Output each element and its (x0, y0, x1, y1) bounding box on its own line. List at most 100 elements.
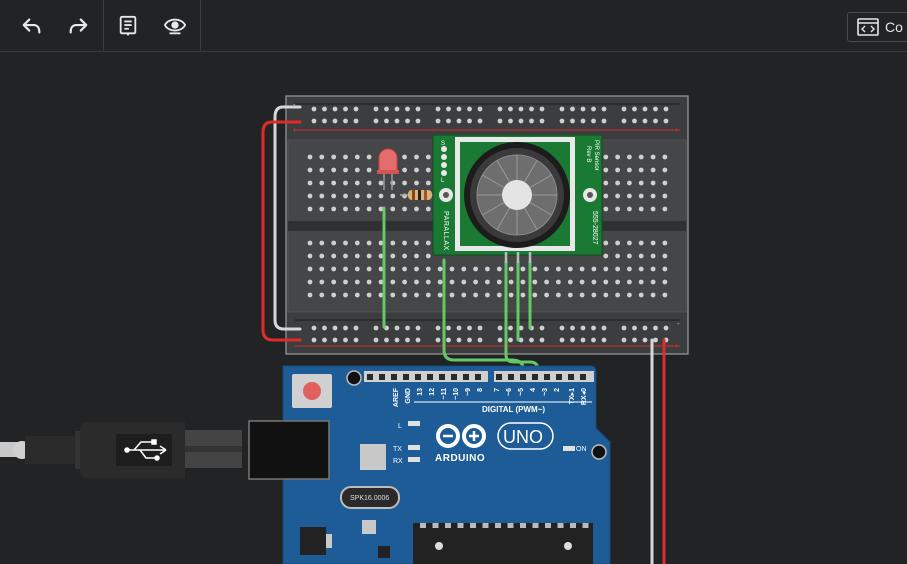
breadboard-hole (663, 118, 669, 124)
usb-cable[interactable] (0, 420, 330, 480)
visibility-button[interactable] (160, 11, 190, 41)
header-socket[interactable] (475, 374, 481, 380)
breadboard-hole (354, 206, 360, 212)
breadboard-hole (615, 292, 620, 298)
rail-plus-label: + (292, 125, 297, 135)
pir-pin-s-label: S (441, 141, 445, 147)
breadboard-hole (591, 118, 596, 124)
header-socket[interactable] (520, 374, 526, 380)
breadboard-hole (621, 337, 627, 343)
breadboard-hole (354, 154, 360, 160)
header-socket[interactable] (544, 374, 550, 380)
breadboard-hole (508, 292, 514, 298)
breadboard-hole (366, 180, 372, 186)
header-socket[interactable] (532, 374, 538, 380)
breadboard-hole (621, 106, 627, 112)
rail-plus-label: + (674, 341, 679, 351)
breadboard-hole (627, 154, 632, 160)
breadboard-hole (559, 325, 565, 331)
header-socket[interactable] (508, 374, 514, 380)
breadboard-hole (311, 325, 317, 331)
breadboard-hole (579, 279, 585, 285)
breadboard-hole (638, 206, 644, 212)
breadboard-hole (638, 167, 644, 173)
header-socket[interactable] (439, 374, 445, 380)
arduino-model: UNO (503, 427, 543, 447)
breadboard-hole (467, 337, 472, 343)
header-socket[interactable] (379, 374, 385, 380)
breadboard-hole (402, 167, 407, 173)
header-socket[interactable] (415, 374, 421, 380)
breadboard-hole (343, 266, 348, 272)
breadboard-hole (591, 292, 597, 298)
code-editor-icon (857, 18, 879, 36)
undo-button[interactable] (17, 11, 47, 41)
breadboard-hole (485, 279, 490, 285)
breadboard-hole (319, 292, 325, 298)
breadboard-hole (570, 106, 575, 112)
breadboard-hole (402, 266, 407, 272)
rail-minus-label: - (677, 319, 680, 328)
breadboard-hole (621, 118, 627, 124)
code-button[interactable]: Co (847, 12, 907, 42)
breadboard-hole (632, 106, 637, 112)
breadboard-hole (405, 337, 410, 343)
breadboard-hole (319, 206, 325, 212)
breadboard-hole (343, 292, 348, 298)
breadboard-hole (653, 106, 658, 112)
breadboard-hole (343, 337, 348, 343)
breadboard-hole (603, 193, 609, 199)
breadboard-hole (446, 337, 451, 343)
pin-label: 12 (429, 388, 436, 396)
breadboard-hole (449, 279, 455, 285)
pir-sensor[interactable]: S L PARALLAX 555-28027 PIR Sensor Rev B (432, 134, 603, 263)
breadboard-hole (615, 266, 620, 272)
header-socket[interactable] (451, 374, 457, 380)
circuit-canvas[interactable]: + + + - - S L PARALLAX 555-28027 PIR Sen… (0, 52, 907, 564)
header-socket[interactable] (463, 374, 469, 380)
breadboard-hole (591, 337, 596, 343)
breadboard-hole (332, 118, 338, 124)
header-socket[interactable] (403, 374, 409, 380)
arduino-uno[interactable]: AREF GND 13 12 ~11 ~10 ~9 8 7 ~6 ~5 4 ~3 2 TX▸1 RX◂0 DI… (282, 365, 611, 564)
breadboard-hole (425, 253, 431, 259)
breadboard-hole (508, 279, 514, 285)
breadboard-hole (425, 266, 431, 272)
notes-button[interactable] (113, 11, 143, 41)
chip-pin (420, 523, 426, 528)
header-socket[interactable] (496, 374, 502, 380)
breadboard-hole (603, 240, 609, 246)
chip-pin (582, 523, 589, 528)
breadboard-hole (485, 266, 490, 272)
breadboard-hole (331, 266, 337, 272)
breadboard-hole (539, 325, 545, 331)
breadboard-hole (539, 106, 545, 112)
breadboard-hole (373, 337, 379, 343)
redo-button[interactable] (63, 11, 93, 41)
pin-label: RX◂0 (581, 388, 588, 405)
breadboard-hole (415, 337, 421, 343)
breadboard-hole (642, 325, 648, 331)
breadboard-hole (456, 106, 462, 112)
breadboard-hole (477, 118, 483, 124)
header-socket[interactable] (367, 374, 373, 380)
breadboard-hole (437, 292, 443, 298)
breadboard-hole (627, 206, 632, 212)
breadboard-hole (591, 106, 596, 112)
breadboard-hole (414, 240, 419, 246)
breadboard-hole (446, 325, 451, 331)
pir-part-number: 555-28027 (591, 211, 598, 245)
breadboard-hole (343, 193, 348, 199)
header-socket[interactable] (580, 374, 586, 380)
breadboard-hole (354, 279, 360, 285)
eye-icon (164, 18, 186, 35)
header-socket[interactable] (556, 374, 562, 380)
breadboard-hole (632, 337, 637, 343)
breadboard-hole (343, 167, 348, 173)
breadboard-hole (353, 106, 359, 112)
header-socket[interactable] (568, 374, 574, 380)
header-socket[interactable] (427, 374, 433, 380)
header-socket[interactable] (391, 374, 397, 380)
breadboard-hole (384, 337, 389, 343)
breadboard-hole (394, 106, 400, 112)
